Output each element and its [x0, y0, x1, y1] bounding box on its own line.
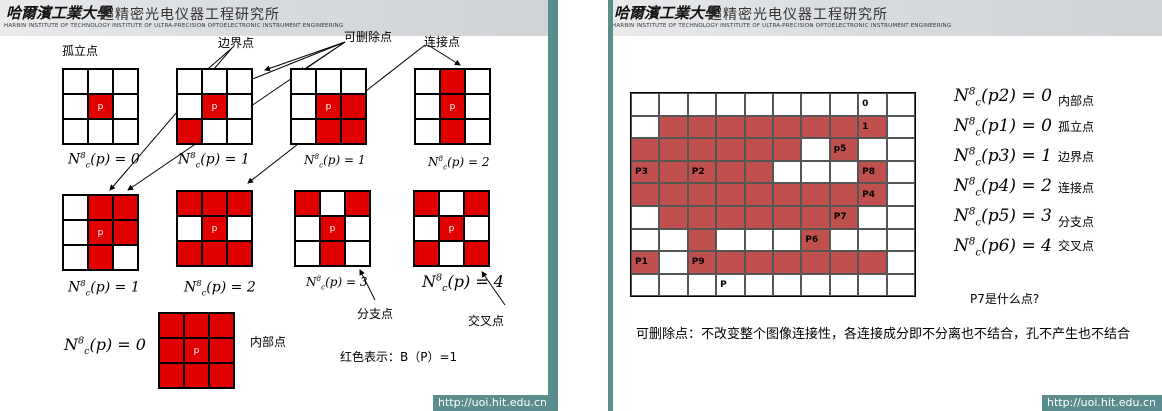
legend-eq-1: N8c(p2) = 0 — [954, 86, 1052, 109]
slide-footer: http://uoi.hit.edu.cn — [1042, 395, 1162, 411]
label-boundary: 边界点 — [218, 36, 255, 50]
legend-label-6: 交叉点 — [1058, 239, 1095, 253]
label-interior: 内部点 — [250, 335, 287, 349]
grid-branch: p — [294, 190, 371, 267]
eq-9: N8c(p) = 0 — [64, 335, 146, 358]
grid-connect-2: p — [176, 190, 253, 267]
label-isolated: 孤立点 — [62, 44, 99, 58]
slide-gap — [553, 0, 608, 411]
grid-deletable-1: p — [290, 68, 367, 145]
legend-label-3: 边界点 — [1058, 150, 1095, 164]
eq-2: N8c(p) = 1 — [178, 150, 250, 170]
grid-boundary-1: p — [176, 68, 253, 145]
binary-image-grid: 0 1 p5 P3 P2 P8 P4 P7 P6 P1 P9 P — [630, 92, 916, 298]
legend-label-2: 孤立点 — [1058, 120, 1095, 134]
legend-label-1: 内部点 — [1058, 94, 1095, 108]
definition-text: 可删除点：不改变整个图像连接性，各连接成分即不分离也不结合，孔不产生也不结合 — [636, 327, 1131, 342]
label-legend: 红色表示：B（P）=1 — [340, 350, 458, 364]
grid-interior: p — [158, 312, 235, 389]
slide-right: 哈爾濱工業大學 超精密光电仪器工程研究所 HARBIN INSTITUTE OF… — [608, 0, 1162, 411]
grid-cross: p — [413, 190, 490, 267]
label-deletable: 可删除点 — [344, 30, 393, 44]
eq-5: N8c(p) = 1 — [68, 278, 140, 298]
legend-eq-2: N8c(p1) = 0 — [954, 116, 1052, 139]
legend-eq-3: N8c(p3) = 1 — [954, 146, 1052, 169]
eq-6: N8c(p) = 2 — [184, 278, 256, 298]
eq-1: N8c(p) = 0 — [68, 150, 140, 170]
label-connecting: 连接点 — [424, 35, 461, 49]
legend-eq-5: N8c(p5) = 3 — [954, 206, 1052, 229]
legend-label-4: 连接点 — [1058, 181, 1095, 195]
eq-3: N8c(p) = 1 — [304, 152, 366, 170]
slide-left: 哈爾濱工業大學 超精密光电仪器工程研究所 HARBIN INSTITUTE OF… — [0, 0, 553, 411]
institute-name: 超精密光电仪器工程研究所 — [708, 7, 888, 23]
grid-connecting: p — [414, 68, 491, 145]
grid-deletable-2: p — [62, 194, 139, 271]
institute-name-en: HARBIN INSTITUTE OF TECHNOLOGY INSTITUTE… — [612, 23, 952, 29]
eq-7: N8c(p) = 3 — [306, 274, 368, 292]
eq-8: N8c(p) = 4 — [422, 272, 504, 295]
legend-eq-6: N8c(p6) = 4 — [954, 236, 1052, 259]
slide-edge-bar — [608, 0, 613, 411]
eq-4: N8c(p) = 2 — [428, 154, 490, 172]
legend-label-5: 分支点 — [1058, 215, 1095, 229]
grid-isolated: p — [62, 68, 139, 145]
question-text: P7是什么点? — [970, 292, 1040, 306]
legend-eq-4: N8c(p4) = 2 — [954, 176, 1052, 199]
university-logo: 哈爾濱工業大學 — [614, 4, 720, 22]
label-cross: 交叉点 — [468, 314, 505, 328]
footer-url: http://uoi.hit.edu.cn — [1046, 396, 1156, 409]
slide-header: 哈爾濱工業大學 超精密光电仪器工程研究所 HARBIN INSTITUTE OF… — [608, 0, 1162, 36]
label-branch: 分支点 — [357, 307, 394, 321]
